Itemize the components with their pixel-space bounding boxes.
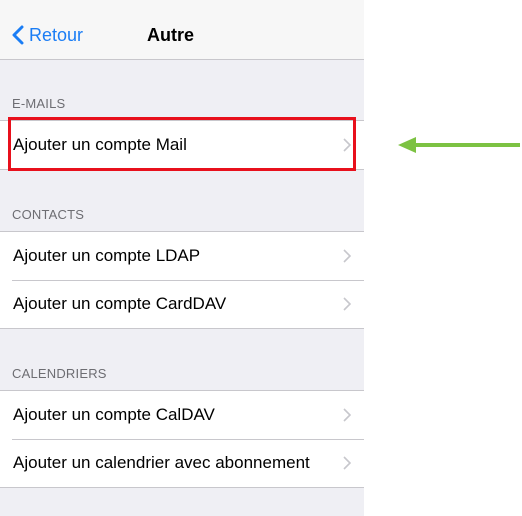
chevron-right-icon [343,408,351,422]
row-label: Ajouter un compte CardDAV [13,294,227,313]
row-add-ldap-account[interactable]: Ajouter un compte LDAP [0,232,364,280]
page-title: Autre [147,25,195,45]
back-button-label: Retour [29,25,84,45]
settings-screen: Retour Autre E-MAILS Ajouter un compte M… [0,0,364,516]
row-label: Ajouter un compte CalDAV [13,405,215,424]
row-label: Ajouter un compte LDAP [13,246,201,265]
chevron-right-icon [343,456,351,470]
navigation-bar: Retour Autre [0,0,364,60]
arrow-left-icon [398,137,520,153]
chevron-right-icon [343,249,351,263]
row-add-subscribed-calendar[interactable]: Ajouter un calendrier avec abonnement [0,439,364,487]
chevron-right-icon [343,297,351,311]
row-label: Ajouter un compte Mail [13,135,187,154]
group-calendars: Ajouter un compte CalDAV Ajouter un cale… [0,390,364,488]
group-emails: Ajouter un compte Mail [0,120,364,170]
chevron-left-icon [12,25,24,45]
row-add-caldav-account[interactable]: Ajouter un compte CalDAV [0,391,364,439]
section-header-contacts: CONTACTS [12,207,85,222]
chevron-right-icon [343,138,351,152]
group-contacts: Ajouter un compte LDAP Ajouter un compte… [0,231,364,329]
row-add-mail-account[interactable]: Ajouter un compte Mail [0,121,364,169]
row-label: Ajouter un calendrier avec abonnement [13,453,310,472]
section-header-calendars: CALENDRIERS [12,366,107,381]
back-button[interactable]: Retour [12,21,83,49]
section-header-emails: E-MAILS [12,96,66,111]
row-add-carddav-account[interactable]: Ajouter un compte CardDAV [0,280,364,328]
